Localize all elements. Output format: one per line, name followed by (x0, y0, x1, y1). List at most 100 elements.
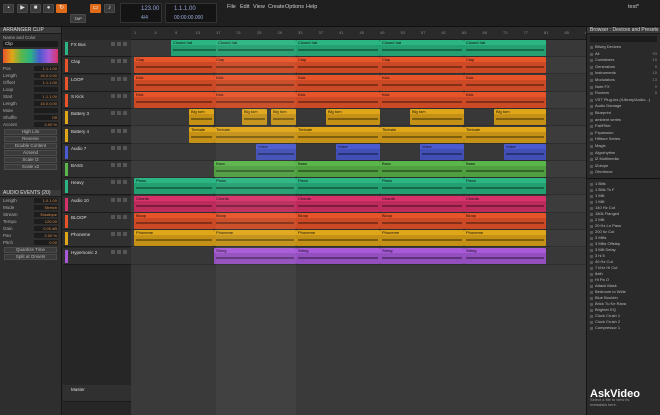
track-lane[interactable]: Bloop Bloop Bloop Bloop Bloop (131, 213, 586, 230)
track-header[interactable]: LOOP (63, 74, 131, 92)
track-lane[interactable]: Closed hat Closed hat Closed hat Closed hat… (131, 40, 586, 57)
arm-button[interactable] (123, 111, 127, 116)
clip[interactable]: Big tom (410, 109, 464, 126)
clip[interactable]: Phoneme (134, 230, 214, 247)
clip[interactable]: Bass (464, 161, 546, 178)
clip[interactable]: Kick (296, 74, 380, 91)
event-value[interactable]: 1.0.1.00 (34, 198, 58, 203)
solo-button[interactable] (117, 180, 121, 185)
param-value[interactable]: 16.0.0.00 (34, 101, 58, 106)
mute-button[interactable] (111, 76, 115, 81)
solo-button[interactable] (117, 42, 121, 46)
tempo-display[interactable]: 123.00 4/4 (120, 3, 162, 23)
mute-button[interactable] (111, 232, 115, 237)
arm-button[interactable] (123, 145, 127, 150)
param-value[interactable]: 16.0.0.00 (34, 73, 58, 78)
loop-button[interactable]: ↻ (56, 4, 67, 13)
param-value[interactable]: 1.1.1.00 (34, 80, 58, 85)
solo-button[interactable] (117, 76, 121, 81)
clip-action-button[interactable]: Scale /2 (4, 157, 57, 163)
arrange-mode-button[interactable]: ▭ (90, 4, 101, 13)
clip[interactable]: Voice (336, 143, 380, 160)
solo-button[interactable] (117, 215, 121, 219)
clip[interactable]: Clap (296, 57, 380, 74)
track-header[interactable]: S Kick (63, 91, 131, 109)
track-lane[interactable]: Timbale Timbale Timbale Timbale Timbale (131, 126, 586, 144)
param-value[interactable]: 1.1.1.00 (34, 94, 58, 99)
event-value[interactable]: Elastique (34, 212, 58, 217)
clip[interactable]: Timbale (380, 126, 464, 143)
clip[interactable]: Piano (134, 178, 214, 195)
mute-button[interactable] (111, 42, 115, 46)
clip[interactable]: Voice (504, 143, 546, 160)
solo-button[interactable] (117, 249, 121, 254)
clip[interactable]: Closed hat (171, 40, 221, 56)
clip[interactable]: Chords (296, 195, 380, 212)
event-action-button[interactable]: Split at Onsets (4, 254, 57, 260)
arm-button[interactable] (123, 93, 127, 98)
clip[interactable]: Kick (380, 74, 464, 91)
clip[interactable]: Bloop (134, 213, 214, 229)
browser-category[interactable]: VST Plug-ins (/Library/Audio...) (587, 97, 660, 104)
browser-category[interactable]: iZotope (587, 163, 660, 170)
browser-category[interactable]: Hifiture Series (587, 136, 660, 143)
arm-button[interactable] (123, 76, 127, 81)
mute-button[interactable] (111, 93, 115, 98)
metronome-button[interactable]: ♪ (104, 4, 115, 13)
menu-edit[interactable]: Edit (240, 4, 249, 10)
browser-category[interactable]: All 93 (587, 51, 660, 58)
solo-button[interactable] (117, 59, 121, 64)
event-value[interactable]: 0.00 (34, 240, 58, 245)
param-value[interactable]: Off (34, 115, 58, 120)
color-palette[interactable] (3, 49, 58, 63)
track-header[interactable]: Phoneme (63, 230, 131, 248)
arm-button[interactable] (123, 197, 127, 202)
clip[interactable]: Closed hat (464, 40, 546, 56)
browser-category[interactable]: Note FX 9 (587, 84, 660, 91)
track-lane[interactable]: Big tom Big tom Big tom Big tom Big tom Big t… (131, 109, 586, 127)
menu-file[interactable]: File (227, 4, 236, 10)
clip-action-button[interactable]: Double Content (4, 143, 57, 149)
event-value[interactable]: 120.00 (34, 219, 58, 224)
track-header[interactable]: Battery 3 (63, 109, 131, 127)
arm-button[interactable] (123, 215, 127, 219)
track-header[interactable]: Audio 10 (63, 195, 131, 213)
track-header[interactable]: Audio 7 (63, 143, 131, 161)
clip[interactable]: Chords (464, 195, 546, 212)
menu-create[interactable]: Create (268, 4, 285, 10)
track-lane[interactable]: String String String String (131, 247, 586, 265)
master-track-header[interactable]: Master (63, 385, 131, 402)
clip[interactable]: String (464, 247, 546, 264)
track-header[interactable]: Heavy (63, 178, 131, 196)
solo-button[interactable] (117, 232, 121, 237)
arm-button[interactable] (123, 180, 127, 185)
browser-category[interactable]: Fxpansion (587, 130, 660, 137)
clip[interactable]: Timbale (464, 126, 546, 143)
browser-preset[interactable]: Compressor 1 (587, 325, 660, 331)
arm-button[interactable] (123, 42, 127, 46)
clip[interactable]: Closed hat (296, 40, 380, 56)
browser-category[interactable]: Bitwig Devices (587, 44, 660, 51)
solo-button[interactable] (117, 197, 121, 202)
track-header[interactable]: Clap (63, 57, 131, 75)
clip[interactable]: Clap (380, 57, 464, 74)
clip[interactable]: Closed hat (380, 40, 464, 56)
arm-button[interactable] (123, 232, 127, 237)
param-value[interactable]: 1.1.1.00 (34, 66, 58, 71)
stop-button[interactable]: ■ (30, 4, 41, 13)
clip[interactable]: Timbale (296, 126, 380, 143)
mute-button[interactable] (111, 145, 115, 150)
clip[interactable]: Bloop (380, 213, 464, 229)
event-value[interactable]: 0.00 % (34, 233, 58, 238)
track-header[interactable]: BLOOP (63, 213, 131, 230)
clip-name-field[interactable]: Clip (3, 41, 58, 47)
browser-category[interactable]: ambient series (587, 117, 660, 124)
clip[interactable]: Bass (296, 161, 380, 178)
track-lane[interactable]: Kick Kick Kick Kick Kick (131, 91, 586, 109)
menu-help[interactable]: Help (306, 4, 317, 10)
track-lane[interactable]: Phoneme Phoneme Phoneme Phoneme Phoneme (131, 230, 586, 248)
track-lane[interactable]: Bass Bass Bass Bass (131, 161, 586, 179)
clip[interactable]: Kick (464, 91, 546, 108)
clip[interactable]: String (380, 247, 464, 264)
arm-button[interactable] (123, 249, 127, 254)
